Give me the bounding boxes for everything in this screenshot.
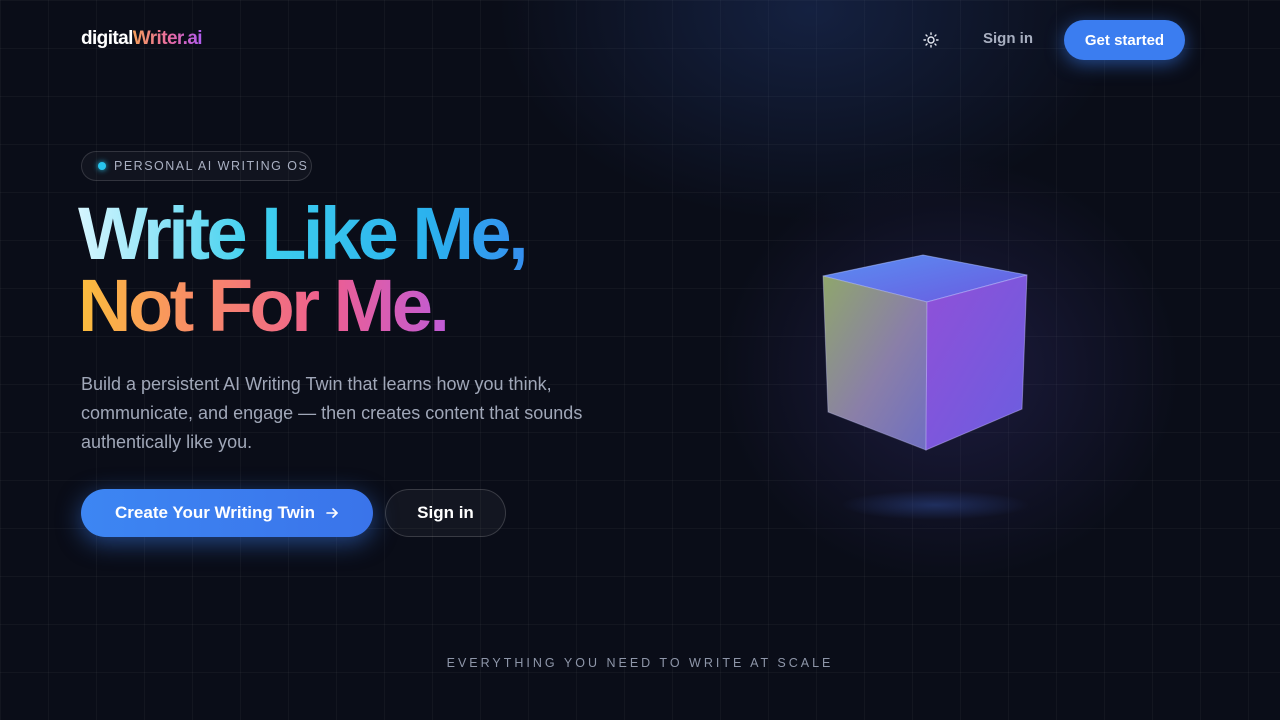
logo[interactable]: digitalWriter.ai	[81, 28, 203, 50]
hero-badge: PERSONAL AI WRITING OS	[81, 151, 312, 181]
logo-part-2: Writer.ai	[132, 28, 203, 49]
theme-toggle-button[interactable]	[919, 28, 943, 52]
nav-signin-link[interactable]: Sign in	[983, 30, 1033, 47]
hero-cube-illustration	[780, 220, 1080, 540]
hero-signin-button[interactable]: Sign in	[385, 489, 506, 537]
headline-line-1: Write Like Me,	[78, 197, 578, 271]
hero-description: Build a persistent AI Writing Twin that …	[81, 374, 583, 452]
logo-part-1: digital	[81, 28, 133, 49]
create-writing-twin-label: Create Your Writing Twin	[115, 503, 315, 522]
hero-headline: Write Like Me, Not For Me.	[78, 197, 578, 343]
badge-dot-icon	[98, 162, 106, 170]
hero-badge-label: PERSONAL AI WRITING OS	[114, 159, 309, 173]
headline-line-2: Not For Me.	[78, 269, 478, 343]
get-started-button[interactable]: Get started	[1064, 20, 1185, 60]
features-section-caption: EVERYTHING YOU NEED TO WRITE AT SCALE	[446, 656, 834, 670]
cube-shadow	[840, 490, 1030, 520]
create-writing-twin-button[interactable]: Create Your Writing Twin	[81, 489, 373, 537]
sun-icon	[923, 32, 939, 48]
arrow-right-icon	[326, 508, 338, 518]
